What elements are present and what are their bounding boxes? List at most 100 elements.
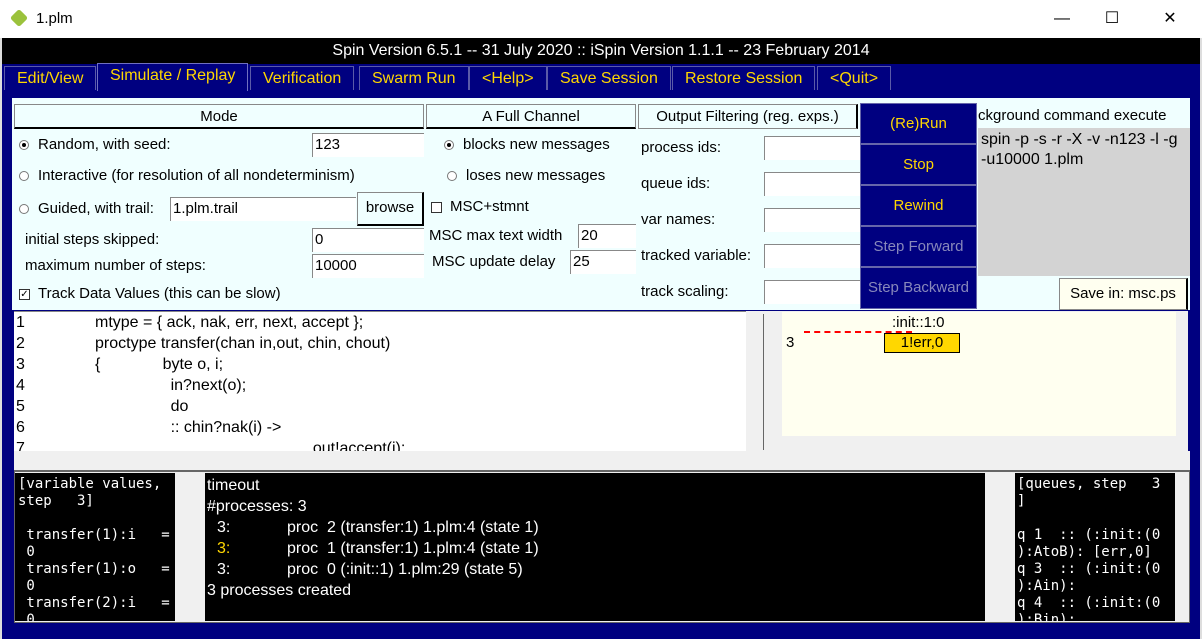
- line-text: :: chin?nak(i) ->: [95, 419, 282, 436]
- msc-canvas: :init::1:0 3 1!err,0: [782, 312, 1176, 436]
- track-data-checkbox[interactable]: ✓ Track Data Values (this can be slow): [19, 285, 281, 302]
- max-steps-input[interactable]: 10000: [312, 254, 424, 278]
- loses-label: loses new messages: [466, 167, 606, 184]
- track-scaling-label: track scaling:: [641, 283, 729, 300]
- app-icon: [9, 8, 29, 28]
- output-text: proc 2 (transfer:1) 1.plm:4 (state 1): [287, 519, 539, 536]
- output-line: 3: proc 2 (transfer:1) 1.plm:4 (state 1): [207, 517, 983, 538]
- msc-stmnt-label: MSC+stmnt: [450, 198, 529, 215]
- msc-message-box: 1!err,0: [884, 333, 960, 353]
- line-number: 4: [16, 377, 25, 394]
- output-scrollbar[interactable]: [985, 473, 1015, 621]
- tab-simulate-replay[interactable]: Simulate / Replay: [97, 63, 249, 91]
- line-text: proctype transfer(chan in,out, chin, cho…: [95, 335, 391, 352]
- msc-process-label: :init::1:0: [892, 314, 945, 331]
- msc-stmnt-checkbox[interactable]: MSC+stmnt: [431, 198, 529, 215]
- rerun-button[interactable]: (Re)Run: [860, 103, 977, 144]
- radio-icon: [447, 171, 457, 182]
- msc-step: 3: [786, 334, 795, 351]
- output-step: 3:: [217, 540, 231, 557]
- horizontal-splitter[interactable]: [14, 451, 1190, 471]
- var-names-label: var names:: [641, 211, 716, 228]
- radio-icon: [19, 204, 29, 215]
- random-label: Random, with seed:: [38, 136, 171, 153]
- code-line: 1 mtype = { ack, nak, err, next, accept }…: [14, 312, 746, 333]
- output-line: 3: proc 0 (:init::1) 1.plm:29 (state 5): [207, 559, 983, 580]
- loses-radio[interactable]: loses new messages: [447, 167, 605, 184]
- blocks-radio[interactable]: blocks new messages: [444, 136, 610, 153]
- tab-edit-view[interactable]: Edit/View: [4, 66, 97, 90]
- filter-header: Output Filtering (reg. exps.): [638, 104, 858, 129]
- output-text: #processes: 3: [207, 498, 307, 515]
- channel-header: A Full Channel: [426, 104, 636, 129]
- blocks-label: blocks new messages: [463, 136, 610, 153]
- checkbox-checked-icon: ✓: [19, 288, 30, 300]
- max-steps-label: maximum number of steps:: [25, 257, 206, 274]
- command-output: spin -p -s -r -X -v -n123 -l -g -u10000 …: [978, 128, 1190, 276]
- stop-button[interactable]: Stop: [860, 144, 977, 185]
- output-text: proc 0 (:init::1) 1.plm:29 (state 5): [287, 561, 523, 578]
- tab-swarm-run[interactable]: Swarm Run: [359, 66, 469, 90]
- tab-restore-session[interactable]: Restore Session: [672, 66, 816, 90]
- minimize-button[interactable]: —: [1042, 6, 1082, 32]
- output-text: 3 processes created: [207, 582, 352, 599]
- tracked-variable-label: tracked variable:: [641, 247, 752, 264]
- process-ids-input[interactable]: [764, 136, 860, 160]
- rewind-button[interactable]: Rewind: [860, 185, 977, 226]
- simulation-output: timeout #processes: 3 3: proc 2 (transfer:1…: [205, 473, 985, 621]
- trail-input[interactable]: 1.plm.trail: [170, 197, 356, 221]
- seed-input[interactable]: 123: [312, 133, 424, 157]
- guided-label: Guided, with trail:: [38, 200, 154, 217]
- tab-verification[interactable]: Verification: [250, 66, 355, 90]
- step-backward-button[interactable]: Step Backward: [860, 267, 977, 309]
- tab-help[interactable]: <Help>: [469, 66, 547, 90]
- output-line: #processes: 3: [207, 496, 983, 517]
- skipped-input[interactable]: 0: [312, 228, 424, 252]
- var-names-input[interactable]: [764, 208, 860, 232]
- version-header: Spin Version 6.5.1 -- 31 July 2020 :: iS…: [2, 38, 1200, 64]
- msc-delay-label: MSC update delay: [432, 253, 556, 270]
- tab-quit[interactable]: <Quit>: [817, 66, 892, 90]
- interactive-radio[interactable]: Interactive (for resolution of all nonde…: [19, 167, 355, 184]
- queues-scrollbar[interactable]: [1175, 473, 1189, 621]
- process-ids-label: process ids:: [641, 139, 722, 156]
- step-forward-button[interactable]: Step Forward: [860, 226, 977, 267]
- line-text: in?next(o);: [95, 377, 247, 394]
- line-text: { byte o, i;: [95, 356, 224, 373]
- line-text: do: [95, 398, 189, 415]
- random-radio[interactable]: Random, with seed:: [19, 136, 171, 153]
- maximize-button[interactable]: ☐: [1092, 6, 1132, 32]
- line-number: 5: [16, 398, 25, 415]
- browse-button[interactable]: browse: [357, 192, 424, 226]
- checkbox-icon: [431, 201, 442, 213]
- interactive-label: Interactive (for resolution of all nonde…: [38, 167, 355, 184]
- msc-width-input[interactable]: 20: [578, 224, 636, 248]
- tracked-variable-input[interactable]: [764, 244, 860, 268]
- skipped-label: initial steps skipped:: [25, 231, 160, 248]
- track-scaling-input[interactable]: [764, 280, 860, 304]
- code-line: 4 in?next(o);: [14, 375, 746, 396]
- line-number: 2: [16, 335, 25, 352]
- code-scrollbar[interactable]: [746, 311, 776, 451]
- output-text: timeout: [207, 477, 260, 494]
- queue-ids-input[interactable]: [764, 172, 860, 196]
- code-editor[interactable]: 1 mtype = { ack, nak, err, next, accept }…: [14, 311, 746, 451]
- close-button[interactable]: ✕: [1150, 6, 1190, 32]
- tab-save-session[interactable]: Save Session: [547, 66, 671, 90]
- save-msc-button[interactable]: Save in: msc.ps: [1059, 278, 1188, 310]
- guided-radio[interactable]: Guided, with trail:: [19, 200, 154, 217]
- msc-width-label: MSC max text width: [429, 227, 563, 244]
- radio-icon: [19, 171, 29, 182]
- msc-delay-input[interactable]: 25: [570, 250, 636, 274]
- splitter[interactable]: [763, 314, 764, 450]
- queue-ids-label: queue ids:: [641, 175, 711, 192]
- code-line: 2 proctype transfer(chan in,out, chin, ch…: [14, 333, 746, 354]
- variables-scrollbar[interactable]: [175, 473, 205, 621]
- line-number: 1: [16, 314, 25, 331]
- line-text: mtype = { ack, nak, err, next, accept };: [95, 314, 364, 331]
- radio-icon: [444, 140, 454, 151]
- title-bar: 1.plm — ☐ ✕: [0, 0, 1202, 38]
- code-line: 5 do: [14, 396, 746, 417]
- code-line: 7 out!accept(i);: [14, 438, 746, 451]
- line-text: out!accept(i);: [95, 440, 406, 451]
